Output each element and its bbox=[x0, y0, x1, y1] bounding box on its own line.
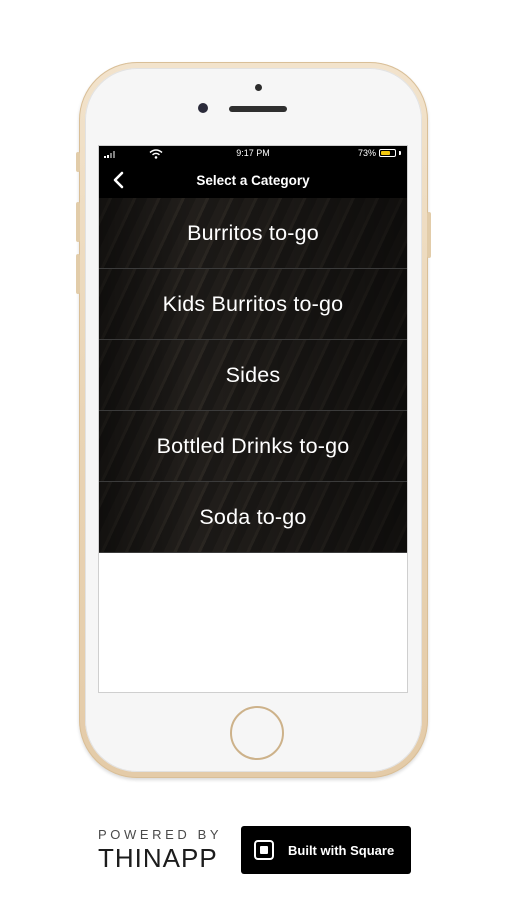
category-label: Bottled Drinks to-go bbox=[156, 433, 350, 458]
battery-percent: 73% bbox=[357, 148, 376, 158]
earpiece-speaker bbox=[229, 106, 287, 112]
back-button[interactable] bbox=[109, 170, 129, 190]
power-button bbox=[427, 212, 431, 258]
square-logo-icon bbox=[254, 840, 274, 860]
home-button[interactable] bbox=[230, 706, 284, 760]
thinapp-logo: THINAPP bbox=[98, 843, 218, 873]
category-row[interactable]: Kids Burritos to-go bbox=[99, 269, 407, 340]
status-bar: 9:17 PM 73% bbox=[99, 146, 407, 162]
battery-tip bbox=[399, 151, 401, 155]
mute-switch bbox=[76, 152, 80, 172]
proximity-sensor-icon bbox=[255, 84, 262, 91]
category-row[interactable]: Bottled Drinks to-go bbox=[99, 411, 407, 482]
category-label: Soda to-go bbox=[199, 504, 307, 529]
category-label: Burritos to-go bbox=[187, 220, 319, 245]
battery-icon bbox=[379, 149, 396, 157]
battery-level-fill bbox=[381, 151, 390, 155]
phone-screen: 9:17 PM 73% Select a Category Burritos t… bbox=[98, 145, 408, 693]
category-row[interactable]: Burritos to-go bbox=[99, 198, 407, 269]
nav-bar: Select a Category bbox=[99, 162, 407, 198]
category-label: Kids Burritos to-go bbox=[162, 291, 344, 316]
status-right: 73% bbox=[358, 148, 401, 158]
front-camera-icon bbox=[198, 103, 208, 113]
square-badge-label: Built with Square bbox=[288, 842, 395, 858]
category-label: Sides bbox=[225, 362, 281, 387]
volume-up-button bbox=[76, 202, 80, 242]
page-title: Select a Category bbox=[196, 172, 310, 188]
category-row[interactable]: Soda to-go bbox=[99, 482, 407, 553]
volume-down-button bbox=[76, 254, 80, 294]
powered-by-label: POWERED BY bbox=[98, 827, 223, 842]
built-with-square-badge[interactable]: Built with Square bbox=[241, 826, 411, 874]
category-list: Burritos to-go Kids Burritos to-go Sides Bo… bbox=[99, 198, 407, 553]
category-row[interactable]: Sides bbox=[99, 340, 407, 411]
chevron-left-icon bbox=[113, 171, 124, 189]
footer: POWERED BY THINAPP Built with Square bbox=[98, 826, 412, 874]
